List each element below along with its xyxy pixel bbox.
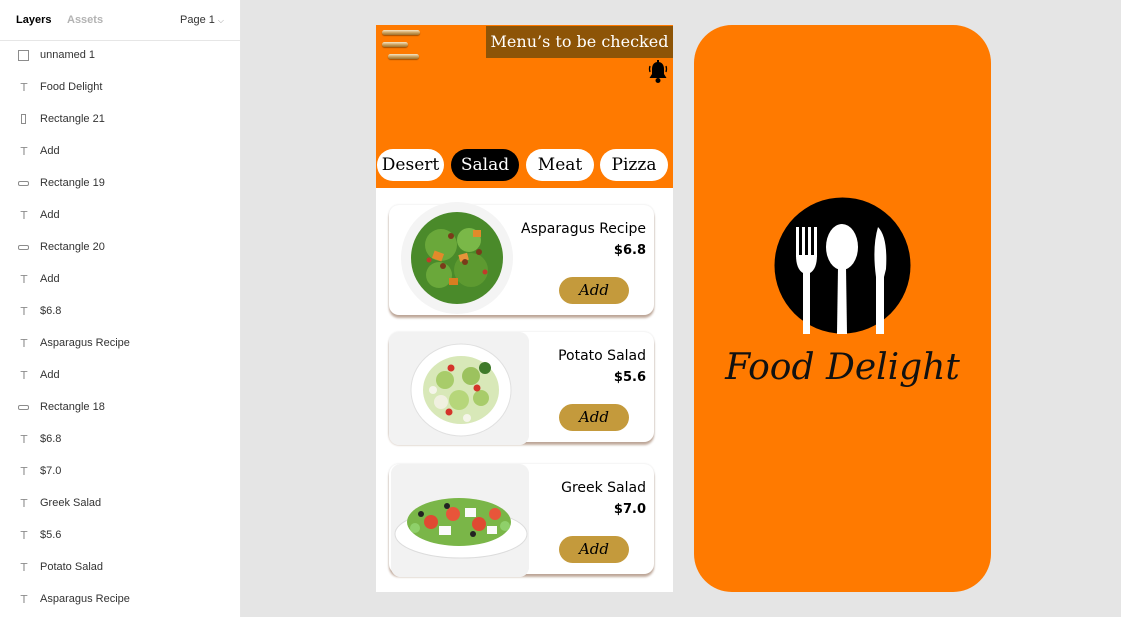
layer-row[interactable]: T Add bbox=[0, 136, 240, 168]
panel-header: Layers Assets Page 1 ⌵ bbox=[0, 0, 240, 41]
layer-label: Rectangle 19 bbox=[40, 177, 105, 189]
page-selector[interactable]: Page 1 ⌵ bbox=[180, 14, 224, 26]
text-layer-icon: T bbox=[20, 209, 28, 222]
layer-list: unnamed 1 T Food Delight Rectangle 21 T Add Re… bbox=[0, 40, 240, 616]
layer-row[interactable]: Rectangle 19 bbox=[0, 168, 240, 200]
tab-layers[interactable]: Layers bbox=[16, 14, 51, 26]
layer-label: Add bbox=[40, 145, 60, 157]
tab-assets[interactable]: Assets bbox=[67, 14, 103, 26]
text-layer-icon: T bbox=[20, 433, 28, 446]
image-layer-icon bbox=[18, 50, 29, 61]
layer-row[interactable]: Rectangle 20 bbox=[0, 232, 240, 264]
layer-label: $6.8 bbox=[40, 433, 62, 445]
salad-image bbox=[391, 464, 529, 577]
layer-row[interactable]: T Potato Salad bbox=[0, 552, 240, 584]
text-layer-icon: T bbox=[20, 529, 28, 542]
layer-label: Asparagus Recipe bbox=[40, 593, 130, 605]
item-price: $5.6 bbox=[613, 370, 646, 385]
item-name: Asparagus Recipe bbox=[521, 221, 646, 237]
layer-label: Rectangle 18 bbox=[40, 401, 105, 413]
text-layer-icon: T bbox=[20, 369, 28, 382]
layer-label: Rectangle 20 bbox=[40, 241, 105, 253]
category-tabs: Desert Salad Meat Pizza bbox=[376, 149, 673, 183]
menu-item: Asparagus Recipe $6.8 Add bbox=[389, 202, 654, 315]
top-bar: Menu’s to be checked Desert Salad Meat P… bbox=[376, 25, 673, 188]
menu-screen: Menu’s to be checked Desert Salad Meat P… bbox=[376, 25, 673, 592]
layer-label: Asparagus Recipe bbox=[40, 337, 130, 349]
tab-salad[interactable]: Salad bbox=[451, 149, 519, 181]
tab-desert[interactable]: Desert bbox=[377, 149, 444, 181]
text-layer-icon: T bbox=[20, 145, 28, 158]
text-layer-icon: T bbox=[20, 465, 28, 478]
layer-row[interactable]: T Asparagus Recipe bbox=[0, 328, 240, 360]
tab-meat[interactable]: Meat bbox=[526, 149, 594, 181]
text-layer-icon: T bbox=[20, 561, 28, 574]
item-price: $7.0 bbox=[613, 502, 646, 517]
splash-screen: Food Delight bbox=[694, 25, 991, 592]
layer-label: $6.8 bbox=[40, 305, 62, 317]
layer-row[interactable]: T $7.0 bbox=[0, 456, 240, 488]
text-layer-icon: T bbox=[20, 337, 28, 350]
add-button[interactable]: Add bbox=[559, 404, 629, 431]
layer-row[interactable]: T Food Delight bbox=[0, 72, 240, 104]
layer-label: Rectangle 21 bbox=[40, 113, 105, 125]
menu-item: Greek Salad $7.0 Add bbox=[389, 464, 654, 577]
layer-row[interactable]: unnamed 1 bbox=[0, 40, 240, 72]
layer-row[interactable]: T $5.6 bbox=[0, 520, 240, 552]
layer-row[interactable]: T Add bbox=[0, 264, 240, 296]
tab-pizza[interactable]: Pizza bbox=[600, 149, 668, 181]
salad-image bbox=[389, 332, 529, 445]
layer-row[interactable]: Rectangle 21 bbox=[0, 104, 240, 136]
chevron-down-icon: ⌵ bbox=[217, 16, 224, 25]
layer-label: $7.0 bbox=[40, 465, 62, 477]
item-name: Greek Salad bbox=[561, 480, 646, 496]
salad-image bbox=[399, 200, 515, 316]
rectangle-layer-icon bbox=[18, 405, 29, 410]
text-layer-icon: T bbox=[20, 81, 28, 94]
add-button[interactable]: Add bbox=[559, 536, 629, 563]
cutlery-logo-icon bbox=[774, 197, 911, 334]
layer-label: Add bbox=[40, 369, 60, 381]
item-price: $6.8 bbox=[613, 243, 646, 258]
rectangle-layer-icon bbox=[18, 181, 29, 186]
text-layer-icon: T bbox=[20, 305, 28, 318]
brand-title: Food Delight bbox=[725, 347, 960, 388]
layer-label: Food Delight bbox=[40, 81, 103, 93]
add-button[interactable]: Add bbox=[559, 277, 629, 304]
layer-row[interactable]: Rectangle 18 bbox=[0, 392, 240, 424]
rectangle-layer-icon bbox=[21, 114, 26, 124]
text-layer-icon: T bbox=[20, 593, 28, 606]
page-selector-label: Page 1 bbox=[180, 14, 215, 26]
layer-label: unnamed 1 bbox=[40, 49, 96, 61]
layer-label: Add bbox=[40, 273, 60, 285]
layer-label: Greek Salad bbox=[40, 497, 102, 509]
item-name: Potato Salad bbox=[558, 348, 646, 364]
text-layer-icon: T bbox=[20, 273, 28, 286]
layer-row[interactable]: T Asparagus Recipe bbox=[0, 584, 240, 616]
rectangle-layer-icon bbox=[18, 245, 29, 250]
layer-label: Potato Salad bbox=[40, 561, 103, 573]
menu-banner: Menu’s to be checked bbox=[486, 26, 673, 58]
layers-panel: Layers Assets Page 1 ⌵ unnamed 1 T Food Del… bbox=[0, 0, 241, 617]
layer-row[interactable]: T Greek Salad bbox=[0, 488, 240, 520]
layer-label: Add bbox=[40, 209, 60, 221]
menu-item: Potato Salad $5.6 Add bbox=[389, 332, 654, 445]
layer-row[interactable]: T $6.8 bbox=[0, 296, 240, 328]
layer-row[interactable]: T $6.8 bbox=[0, 424, 240, 456]
text-layer-icon: T bbox=[20, 497, 28, 510]
layer-row[interactable]: T Add bbox=[0, 200, 240, 232]
layer-label: $5.6 bbox=[40, 529, 62, 541]
hamburger-icon[interactable] bbox=[382, 28, 420, 62]
bell-icon[interactable] bbox=[648, 60, 668, 84]
layer-row[interactable]: T Add bbox=[0, 360, 240, 392]
